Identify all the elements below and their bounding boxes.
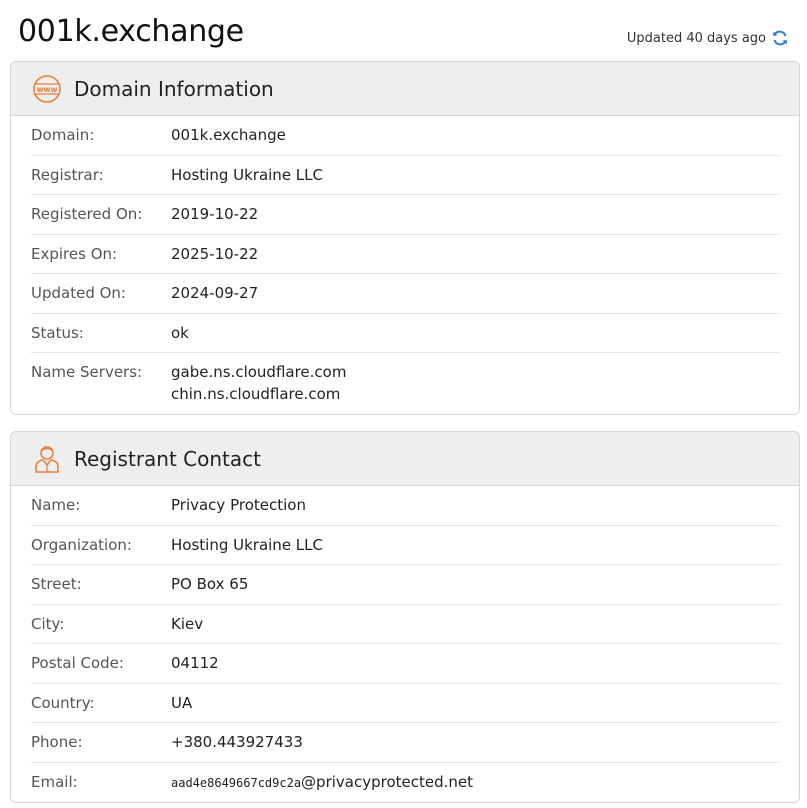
- label: Registered On:: [31, 205, 143, 223]
- value: 2024-09-27: [171, 284, 259, 302]
- value: Hosting Ukraine LLC: [171, 165, 323, 184]
- row-expires-on: Expires On: 2025-10-22: [31, 235, 779, 274]
- label: Expires On:: [31, 244, 118, 263]
- value: PO Box 65: [171, 575, 249, 593]
- row-domain: Domain: 001k.exchange: [31, 116, 779, 156]
- row-organization: Organization: Hosting Ukraine LLC: [31, 526, 779, 565]
- label: Organization:: [31, 535, 132, 554]
- row-phone: Phone: +380.443927433: [31, 723, 779, 763]
- label: Name Servers:: [31, 363, 143, 381]
- label: Status:: [31, 323, 84, 342]
- row-street: Street: PO Box 65: [31, 565, 779, 605]
- name-server: chin.ns.cloudflare.com: [171, 385, 341, 403]
- value: 2019-10-22: [171, 205, 259, 223]
- value: Hosting Ukraine LLC: [171, 535, 323, 554]
- value: ok: [171, 323, 189, 342]
- row-city: City: Kiev: [31, 605, 779, 644]
- label: Name:: [31, 496, 81, 514]
- name-server: gabe.ns.cloudflare.com: [171, 363, 347, 381]
- label: Street:: [31, 575, 82, 593]
- page-title: 001k.exchange: [18, 14, 244, 49]
- label: Email:: [31, 772, 78, 791]
- label: Registrar:: [31, 165, 104, 184]
- registrant-contact-header: Registrant Contact: [11, 432, 799, 486]
- www-icon: www: [32, 74, 62, 104]
- domain-information-rows: Domain: 001k.exchange Registrar: Hosting…: [11, 116, 799, 413]
- registrant-contact-rows: Name: Privacy Protection Organization: H…: [11, 486, 799, 802]
- refresh-icon[interactable]: [771, 29, 789, 47]
- row-registrar: Registrar: Hosting Ukraine LLC: [31, 156, 779, 195]
- svg-text:www: www: [37, 85, 58, 94]
- label: Domain:: [31, 126, 95, 144]
- value: +380.443927433: [171, 733, 303, 751]
- row-updated-on: Updated On: 2024-09-27: [31, 274, 779, 314]
- row-status: Status: ok: [31, 314, 779, 353]
- email-user: aad4e8649667cd9c2a: [171, 775, 302, 790]
- email-domain: @privacyprotected.net: [301, 772, 474, 791]
- value: 2025-10-22: [171, 244, 259, 263]
- row-name-servers: Name Servers: gabe.ns.cloudflare.com chi…: [31, 353, 779, 413]
- updated-text: Updated 40 days ago: [626, 30, 766, 46]
- value: 001k.exchange: [171, 126, 286, 144]
- label: Postal Code:: [31, 654, 124, 672]
- value: 04112: [171, 654, 219, 672]
- domain-information-title: Domain Information: [74, 76, 274, 101]
- row-country: Country: UA: [31, 684, 779, 723]
- value: Kiev: [171, 614, 204, 633]
- person-icon: [32, 444, 62, 474]
- row-email: Email: aad4e8649667cd9c2a@privacyprotect…: [31, 763, 779, 803]
- registrant-contact-panel: Registrant Contact Name: Privacy Protect…: [10, 431, 800, 803]
- label: Updated On:: [31, 284, 126, 302]
- domain-information-header: www Domain Information: [11, 62, 799, 116]
- registrant-contact-title: Registrant Contact: [74, 446, 261, 471]
- value: gabe.ns.cloudflare.com chin.ns.cloudflar…: [171, 363, 346, 405]
- updated-status: Updated 40 days ago: [627, 29, 789, 47]
- row-postal-code: Postal Code: 04112: [31, 644, 779, 684]
- label: Country:: [31, 693, 95, 712]
- row-name: Name: Privacy Protection: [31, 486, 779, 526]
- label: Phone:: [31, 733, 83, 751]
- domain-information-panel: www Domain Information Domain: 001k.exch…: [10, 61, 800, 415]
- email-value: aad4e8649667cd9c2a@privacyprotected.net: [171, 773, 473, 791]
- row-registered-on: Registered On: 2019-10-22: [31, 195, 779, 235]
- value: Privacy Protection: [171, 496, 306, 514]
- label: City:: [31, 614, 65, 633]
- value: UA: [171, 693, 193, 712]
